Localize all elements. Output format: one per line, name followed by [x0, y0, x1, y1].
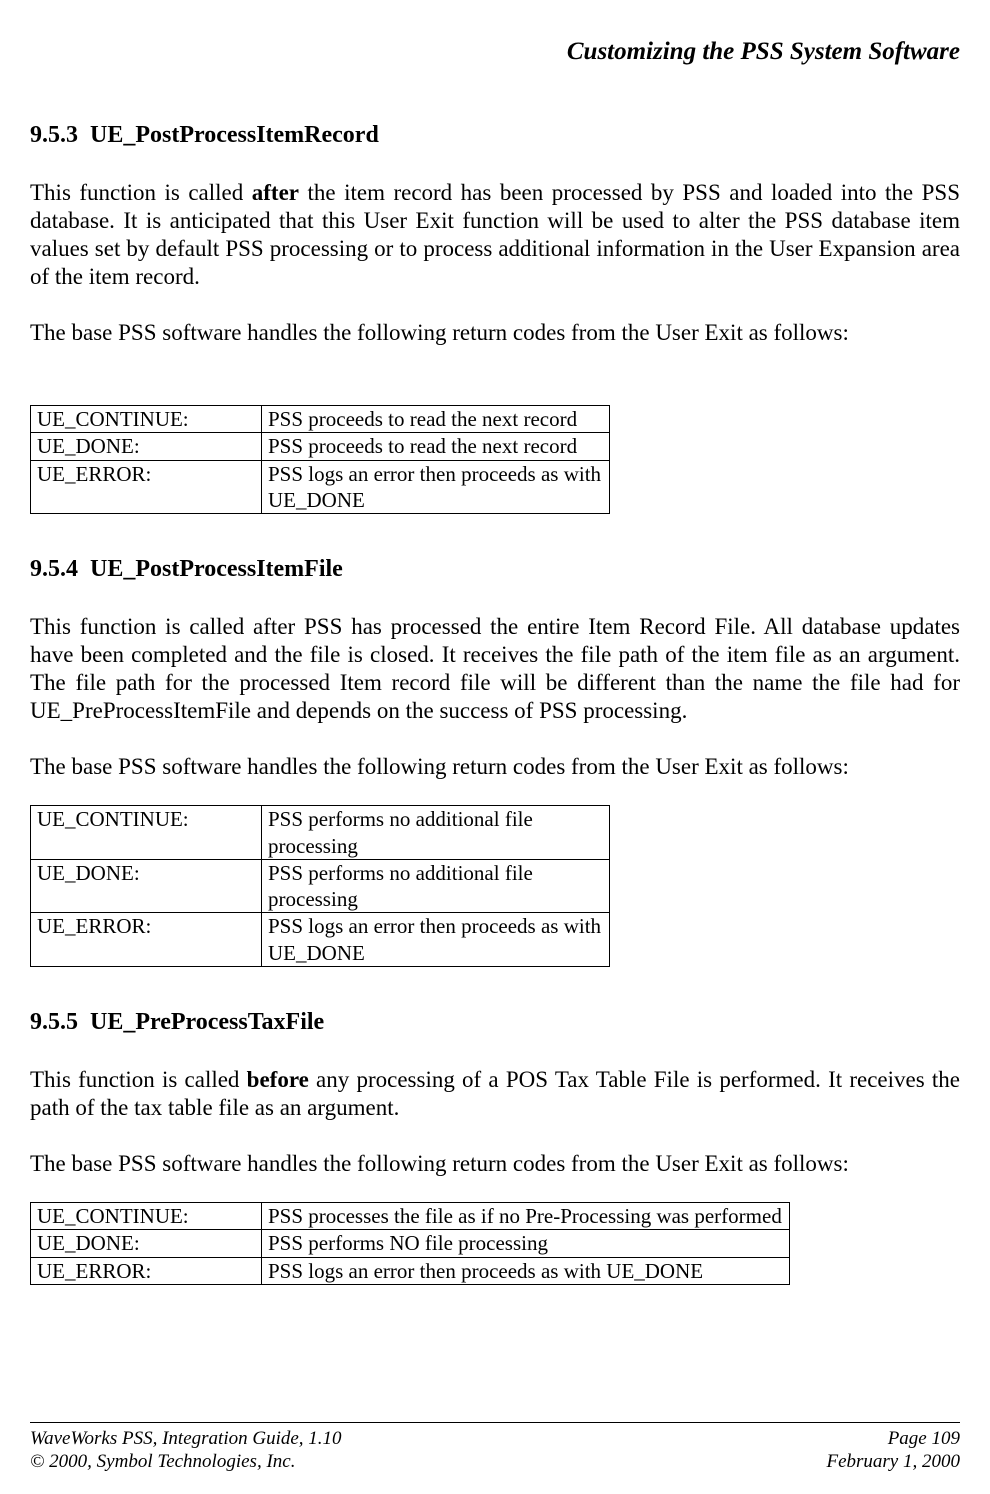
return-code-description: PSS performs NO file processing	[262, 1230, 790, 1257]
table-row: UE_DONE:PSS performs no additional file …	[31, 859, 610, 913]
return-code: UE_DONE:	[31, 433, 262, 460]
section-title: UE_PostProcessItemRecord	[90, 122, 379, 148]
return-codes-table: UE_CONTINUE:PSS performs no additional f…	[30, 805, 610, 967]
section-paragraph: This function is called after PSS has pr…	[30, 613, 960, 725]
return-code: UE_ERROR:	[31, 1257, 262, 1284]
return-code-description: PSS logs an error then proceeds as with …	[262, 1257, 790, 1284]
section-heading: 9.5.4 UE_PostProcessItemFile	[30, 556, 960, 583]
section-number: 9.5.5	[30, 1009, 78, 1036]
section-title: UE_PostProcessItemFile	[90, 556, 343, 582]
section-paragraph: This function is called before any proce…	[30, 1066, 960, 1122]
table-row: UE_DONE:PSS proceeds to read the next re…	[31, 433, 610, 460]
return-code: UE_DONE:	[31, 859, 262, 913]
return-code-description: PSS logs an error then proceeds as with …	[262, 913, 610, 967]
return-code: UE_DONE:	[31, 1230, 262, 1257]
return-code-description: PSS proceeds to read the next record	[262, 406, 610, 433]
footer-page-number: Page 109	[826, 1427, 960, 1451]
section-paragraph: The base PSS software handles the follow…	[30, 1150, 960, 1178]
page-footer: WaveWorks PSS, Integration Guide, 1.10 ©…	[30, 1422, 960, 1494]
table-row: UE_CONTINUE:PSS proceeds to read the nex…	[31, 406, 610, 433]
return-codes-table: UE_CONTINUE:PSS processes the file as if…	[30, 1202, 790, 1285]
return-code: UE_CONTINUE:	[31, 406, 262, 433]
return-code-description: PSS performs no additional file processi…	[262, 806, 610, 860]
section-paragraph: The base PSS software handles the follow…	[30, 319, 960, 347]
footer-copyright: © 2000, Symbol Technologies, Inc.	[30, 1450, 342, 1474]
table-row: UE_CONTINUE:PSS performs no additional f…	[31, 806, 610, 860]
section-number: 9.5.3	[30, 122, 78, 149]
return-code: UE_ERROR:	[31, 913, 262, 967]
return-code-description: PSS logs an error then proceeds as with …	[262, 460, 610, 514]
page-header: Customizing the PSS System Software	[30, 38, 960, 66]
table-row: UE_ERROR:PSS logs an error then proceeds…	[31, 913, 610, 967]
section-heading: 9.5.3 UE_PostProcessItemRecord	[30, 122, 960, 149]
footer-doc-title: WaveWorks PSS, Integration Guide, 1.10	[30, 1427, 342, 1451]
table-row: UE_ERROR:PSS logs an error then proceeds…	[31, 1257, 790, 1284]
bold-text: after	[252, 180, 299, 205]
page-content: 9.5.3 UE_PostProcessItemRecord This functi…	[30, 80, 960, 1422]
header-rule: ________________________________________…	[30, 70, 960, 80]
section-paragraph: The base PSS software handles the follow…	[30, 753, 960, 781]
section-paragraph: This function is called after the item r…	[30, 179, 960, 291]
section-title: UE_PreProcessTaxFile	[90, 1009, 324, 1035]
return-code: UE_CONTINUE:	[31, 806, 262, 860]
return-code-description: PSS proceeds to read the next record	[262, 433, 610, 460]
section-heading: 9.5.5 UE_PreProcessTaxFile	[30, 1009, 960, 1036]
return-code-description: PSS processes the file as if no Pre-Proc…	[262, 1203, 790, 1230]
table-row: UE_DONE:PSS performs NO file processing	[31, 1230, 790, 1257]
table-row: UE_ERROR:PSS logs an error then proceeds…	[31, 460, 610, 514]
section-number: 9.5.4	[30, 556, 78, 583]
table-row: UE_CONTINUE:PSS processes the file as if…	[31, 1203, 790, 1230]
return-code: UE_CONTINUE:	[31, 1203, 262, 1230]
bold-text: before	[247, 1067, 309, 1092]
footer-date: February 1, 2000	[826, 1450, 960, 1474]
return-code: UE_ERROR:	[31, 460, 262, 514]
return-code-description: PSS performs no additional file processi…	[262, 859, 610, 913]
return-codes-table: UE_CONTINUE:PSS proceeds to read the nex…	[30, 405, 610, 514]
